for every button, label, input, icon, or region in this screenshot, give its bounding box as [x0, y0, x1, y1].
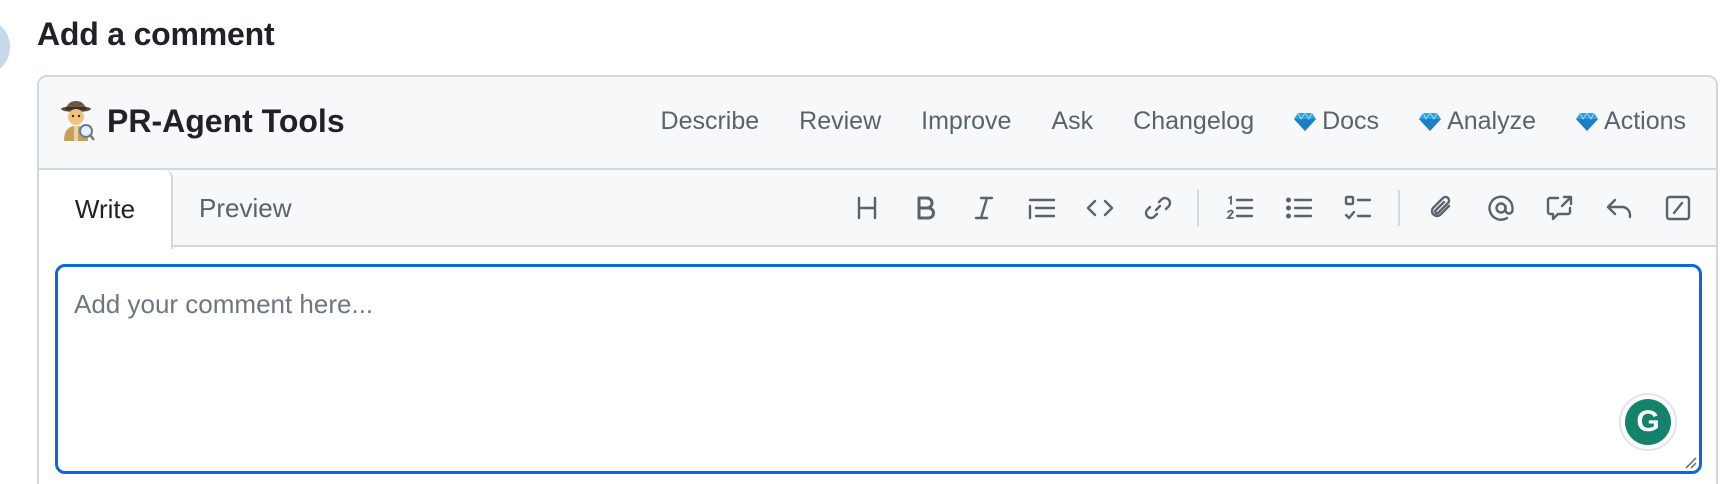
actions-label: Actions [1604, 107, 1686, 135]
pr-agent-title: PR-Agent Tools [57, 101, 345, 141]
toolbar-divider [1197, 190, 1199, 226]
gem-icon [1419, 111, 1442, 131]
analyze-label: Analyze [1447, 107, 1537, 135]
describe-link[interactable]: Describe [661, 107, 760, 136]
ask-link[interactable]: Ask [1051, 107, 1093, 136]
improve-label: Improve [921, 107, 1012, 135]
ask-label: Ask [1051, 107, 1094, 135]
slash-command-button[interactable] [1660, 190, 1696, 226]
changelog-link[interactable]: Changelog [1133, 107, 1254, 136]
review-link[interactable]: Review [799, 107, 881, 136]
comment-textarea-wrapper: G [55, 264, 1702, 474]
analyze-link[interactable]: Analyze [1419, 107, 1536, 136]
review-label: Review [799, 107, 882, 135]
comment-textarea[interactable] [58, 267, 1699, 471]
editor-header: Write Preview [39, 170, 1716, 249]
improve-link[interactable]: Improve [921, 107, 1011, 136]
mention-button[interactable] [1483, 190, 1519, 226]
task-list-icon [1344, 195, 1372, 220]
attach-icon [1430, 195, 1451, 218]
link-icon [1144, 196, 1172, 220]
grammarly-button[interactable]: G [1619, 393, 1677, 451]
code-icon [1086, 199, 1114, 217]
link-button[interactable] [1140, 190, 1176, 226]
tab-write[interactable]: Write [39, 170, 173, 249]
heading-button[interactable] [849, 190, 885, 226]
pr-agent-title-label: PR-Agent Tools [107, 102, 345, 139]
actions-link[interactable]: Actions [1576, 107, 1686, 136]
describe-label: Describe [660, 107, 760, 135]
gem-icon [1576, 111, 1599, 131]
slash-command-icon [1665, 195, 1691, 221]
bold-button[interactable] [908, 190, 944, 226]
cross-reference-icon [1546, 195, 1573, 221]
unordered-list-icon [1286, 197, 1313, 219]
pr-agent-toolbar: PR-Agent Tools Describe Review Improve A… [39, 77, 1716, 170]
italic-icon [974, 196, 994, 220]
attach-button[interactable] [1424, 190, 1460, 226]
docs-link[interactable]: Docs [1294, 107, 1379, 136]
ordered-list-button[interactable] [1222, 190, 1258, 226]
docs-label: Docs [1322, 107, 1380, 135]
avatar [0, 22, 10, 72]
comment-card: PR-Agent Tools Describe Review Improve A… [37, 75, 1718, 484]
detective-icon [61, 101, 95, 141]
reply-icon [1606, 198, 1632, 219]
page-title: Add a comment [37, 16, 275, 52]
reply-button[interactable] [1601, 190, 1637, 226]
unordered-list-button[interactable] [1281, 190, 1317, 226]
toolbar-divider [1398, 190, 1400, 226]
resize-handle-icon[interactable] [1683, 455, 1697, 469]
ordered-list-icon [1226, 195, 1254, 219]
changelog-label: Changelog [1133, 107, 1255, 135]
heading-icon [857, 196, 877, 220]
gem-icon [1294, 111, 1317, 131]
quote-button[interactable] [1024, 190, 1060, 226]
tab-preview[interactable]: Preview [199, 170, 291, 247]
mention-icon [1488, 195, 1514, 221]
bold-icon [917, 196, 935, 220]
italic-button[interactable] [966, 190, 1002, 226]
code-button[interactable] [1082, 190, 1118, 226]
markdown-toolbar [756, 170, 1716, 247]
pr-agent-nav: Describe Review Improve Ask Changelog Do… [621, 107, 1686, 136]
grammarly-icon: G [1625, 399, 1671, 445]
cross-reference-button[interactable] [1542, 190, 1578, 226]
quote-icon [1028, 198, 1056, 220]
task-list-button[interactable] [1340, 190, 1376, 226]
